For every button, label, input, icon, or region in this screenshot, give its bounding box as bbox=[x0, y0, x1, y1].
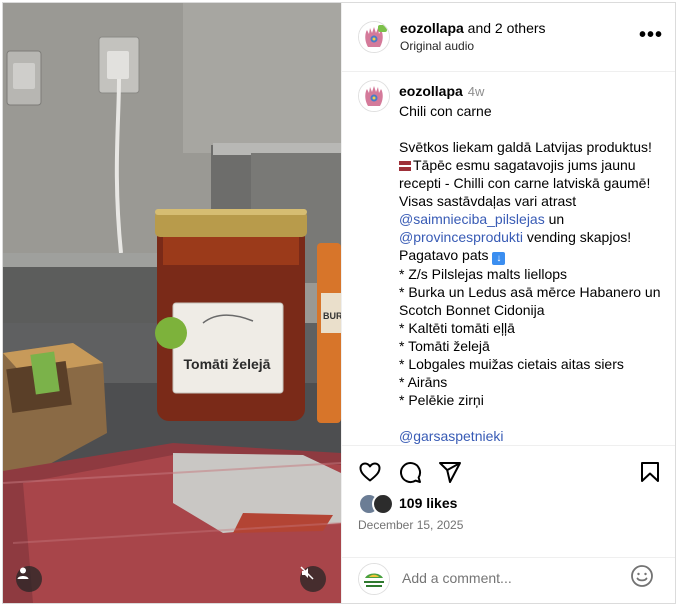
share-icon[interactable] bbox=[438, 460, 462, 484]
caption-line: Chili con carne bbox=[399, 103, 492, 119]
comment-bar bbox=[342, 557, 675, 603]
video-frame: Tomāti želejā BUR bbox=[3, 3, 341, 603]
post-header: eozollapa and 2 others Original audio ••… bbox=[342, 3, 675, 72]
jar-label: Tomāti želejā bbox=[184, 356, 271, 372]
caption-line: * Pelēkie zirņi bbox=[399, 392, 484, 408]
caption-header: eozollapa 4w bbox=[399, 83, 484, 99]
caption-line: Tāpēc esmu sagatavojis jums jaunu bbox=[399, 156, 671, 174]
collaborators-text[interactable]: and 2 others bbox=[464, 20, 546, 36]
person-icon bbox=[17, 567, 29, 579]
caption-area: eozollapa 4w Chili con carne Svētkos liek… bbox=[342, 72, 675, 444]
mention-link[interactable]: @garsaspetnieki bbox=[399, 428, 504, 444]
post-side-panel: eozollapa and 2 others Original audio ••… bbox=[341, 3, 675, 603]
caption-username[interactable]: eozollapa bbox=[399, 83, 463, 99]
caption-line: * Tomāti želejā bbox=[399, 338, 490, 354]
hamsa-logo-icon bbox=[359, 22, 389, 52]
post-dialog: Tomāti želejā BUR eozollapa and 2 others… bbox=[2, 2, 676, 604]
author-username[interactable]: eozollapa bbox=[400, 20, 464, 36]
down-arrow-icon: ↓ bbox=[492, 252, 506, 265]
likes-count[interactable]: 109 likes bbox=[399, 495, 457, 511]
caption-line: * Lobgales muižas cietais aitas siers bbox=[399, 356, 624, 372]
emoji-icon[interactable] bbox=[630, 564, 654, 588]
caption-line: Pagatavo pats ↓ bbox=[399, 246, 671, 265]
viewer-avatar bbox=[358, 563, 390, 595]
liker-avatar bbox=[372, 493, 394, 515]
caption-line: @saimnieciba_pilslejas un bbox=[399, 211, 565, 227]
caption-line bbox=[399, 409, 671, 427]
caption-line: recepti - Chilli con carne latviskā gaum… bbox=[399, 175, 651, 191]
caption-line: Svētkos liekam galdā Latvijas produktus! bbox=[399, 139, 652, 155]
liker-avatars[interactable] bbox=[358, 493, 398, 515]
mention-link[interactable]: @provincesprodukti bbox=[399, 229, 523, 245]
caption-line: * Burka un Ledus asā mērce Habanero un bbox=[399, 284, 661, 300]
caption-line: @garsaspetnieki bbox=[399, 427, 671, 444]
zemnieku-saeima-logo-icon bbox=[359, 564, 389, 594]
mute-button[interactable] bbox=[300, 566, 326, 592]
more-options-icon[interactable]: ••• bbox=[639, 25, 663, 45]
audio-label[interactable]: Original audio bbox=[400, 39, 474, 53]
caption-line: * Kaltēti tomāti eļļā bbox=[399, 320, 515, 336]
caption-line: * Z/s Pilslejas malts liellops bbox=[399, 266, 568, 282]
bookmark-icon[interactable] bbox=[638, 460, 662, 484]
speaker-muted-icon bbox=[300, 566, 314, 580]
caption-line: Visas sastāvdaļas vari atrast bbox=[399, 193, 577, 209]
post-authors[interactable]: eozollapa and 2 others bbox=[400, 20, 546, 36]
latvia-flag-icon bbox=[399, 161, 411, 171]
caption-line: Scotch Bonnet Cidonija bbox=[399, 302, 545, 318]
post-media[interactable]: Tomāti želejā BUR bbox=[3, 3, 341, 603]
caption-line: @provincesprodukti vending skapjos! bbox=[399, 229, 632, 245]
post-actions: 109 likes December 15, 2025 bbox=[342, 445, 675, 558]
bottle-label: BUR bbox=[323, 311, 341, 321]
caption-line: * Airāns bbox=[399, 374, 448, 390]
author-avatar[interactable] bbox=[358, 21, 390, 53]
caption-age[interactable]: 4w bbox=[468, 84, 485, 99]
comment-input[interactable] bbox=[402, 570, 602, 586]
tagged-users-button[interactable] bbox=[16, 566, 42, 592]
caption-line bbox=[399, 120, 671, 138]
caption-author-avatar[interactable] bbox=[358, 80, 390, 112]
caption-text: Chili con carne Svētkos liekam galdā Lat… bbox=[399, 102, 671, 444]
post-date[interactable]: December 15, 2025 bbox=[358, 518, 463, 532]
mention-link[interactable]: @saimnieciba_pilslejas bbox=[399, 211, 545, 227]
hamsa-logo-icon bbox=[359, 81, 389, 111]
comment-icon[interactable] bbox=[398, 460, 422, 484]
heart-icon[interactable] bbox=[358, 460, 382, 484]
